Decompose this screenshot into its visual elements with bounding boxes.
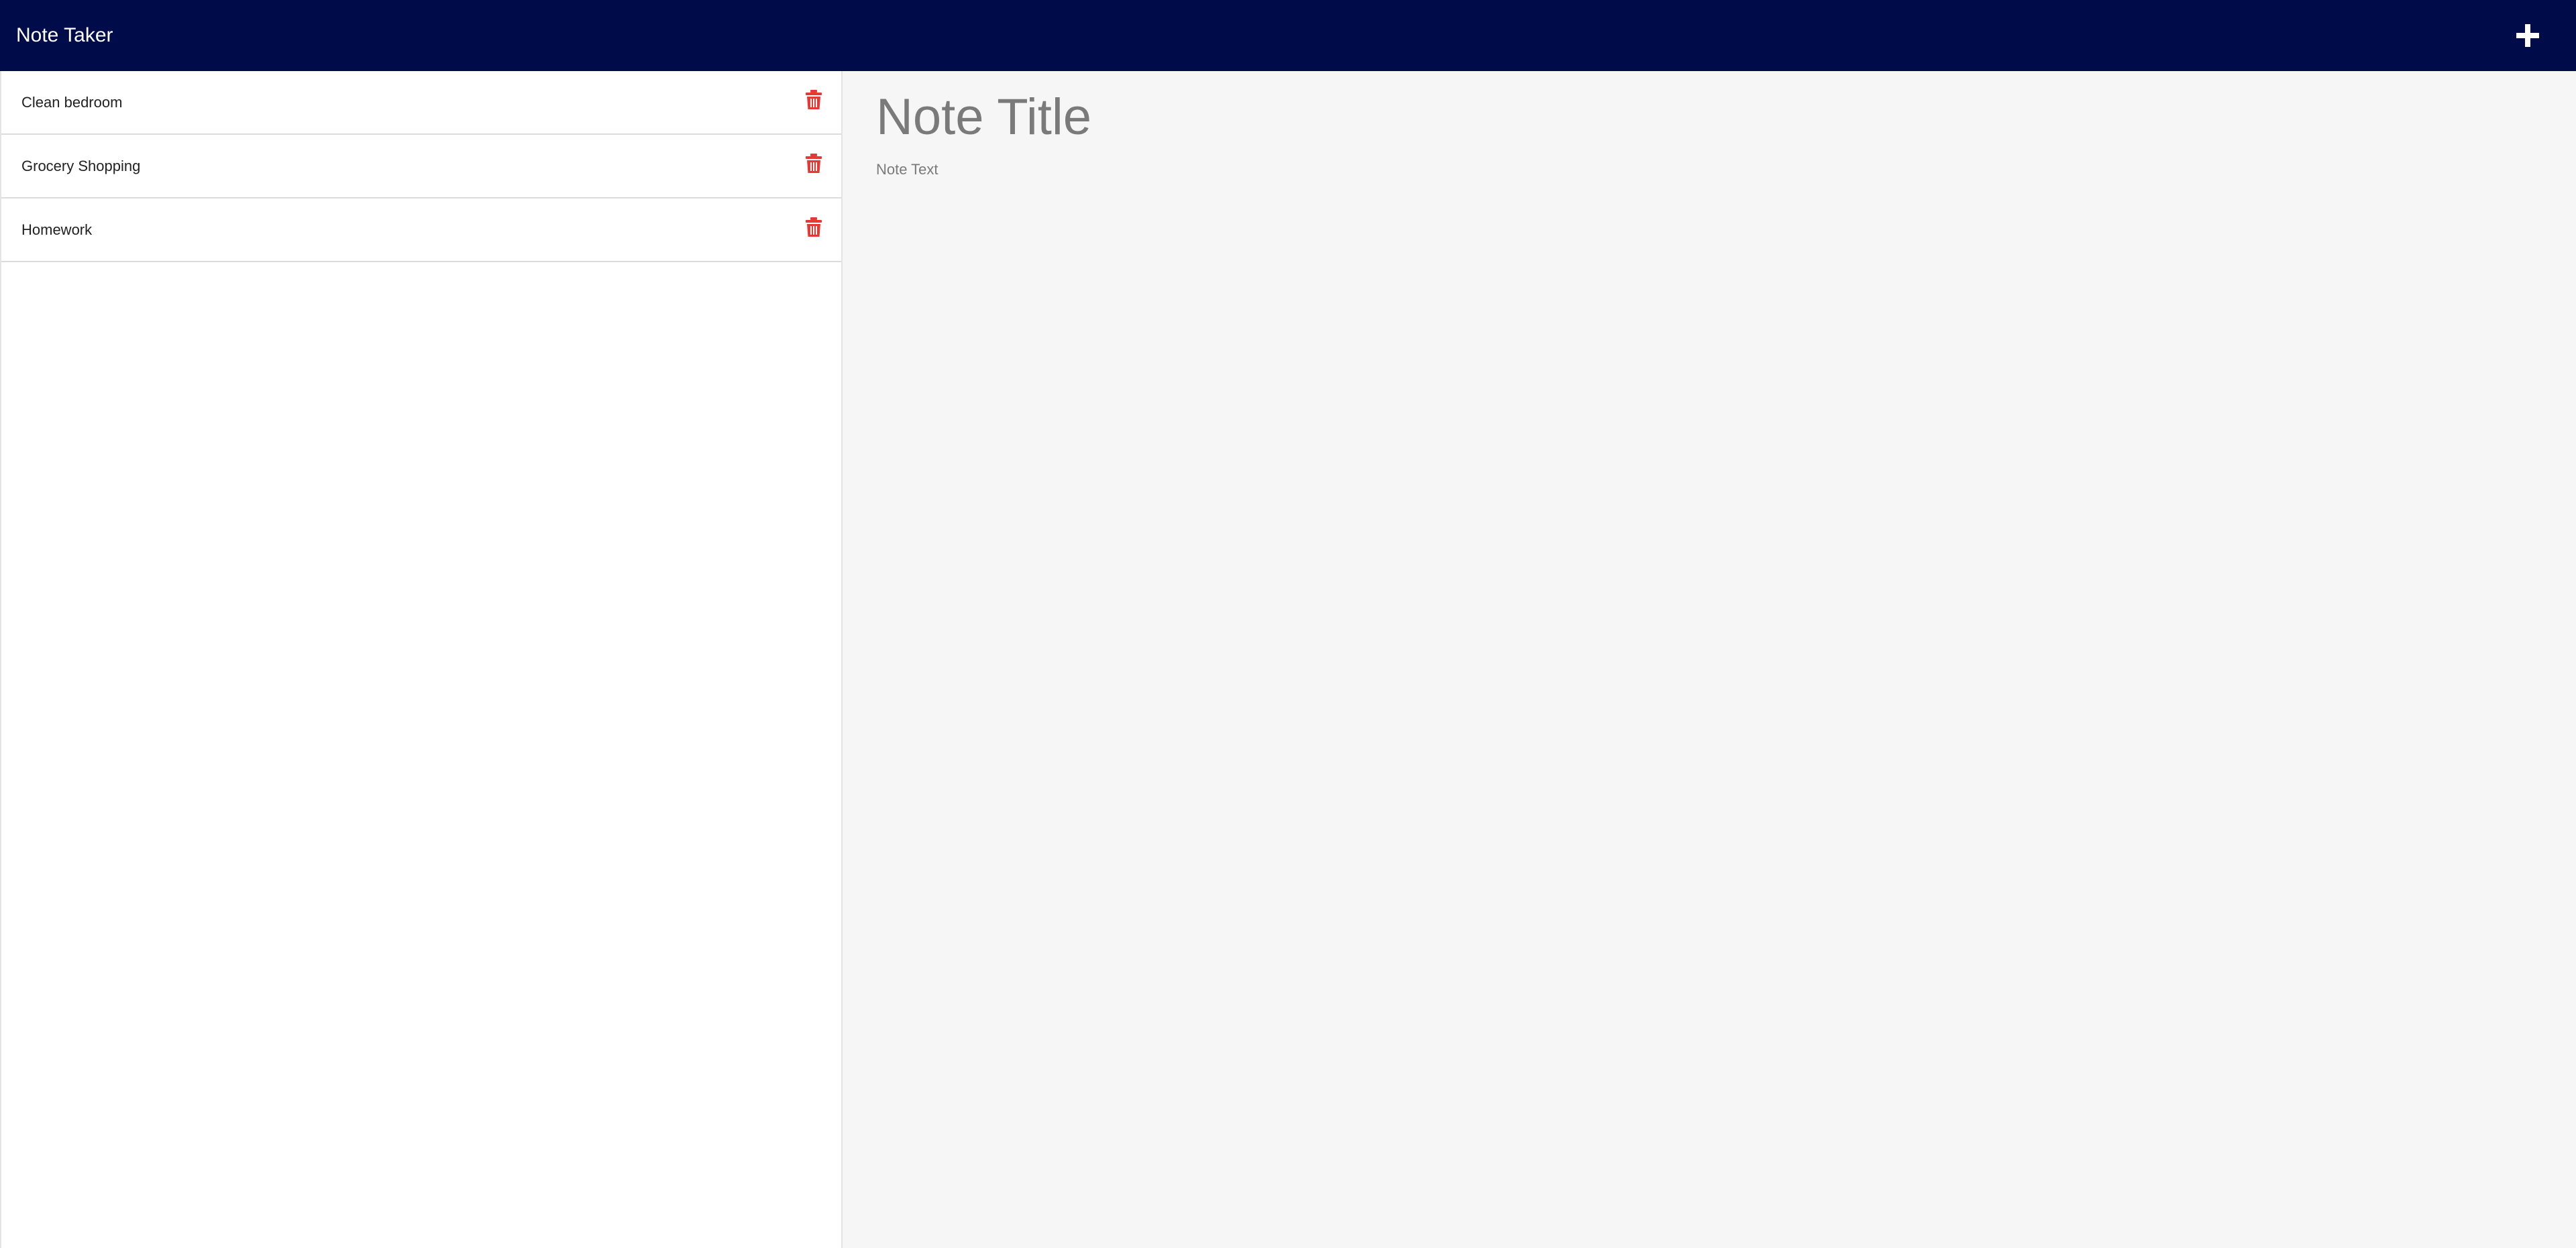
note-item-clean-bedroom[interactable]: Clean bedroom bbox=[1, 71, 841, 135]
note-item-homework[interactable]: Homework bbox=[1, 198, 841, 262]
trash-icon bbox=[806, 217, 822, 237]
trash-icon bbox=[806, 154, 822, 173]
delete-note-button[interactable] bbox=[805, 90, 822, 110]
trash-icon bbox=[806, 90, 822, 109]
note-item-title: Clean bedroom bbox=[21, 93, 123, 111]
note-item-grocery-shopping[interactable]: Grocery Shopping bbox=[1, 135, 841, 198]
note-item-title: Grocery Shopping bbox=[21, 157, 141, 174]
note-list: Clean bedroom Grocery Shopping Homework bbox=[1, 71, 841, 262]
new-note-button[interactable] bbox=[2509, 17, 2546, 54]
navbar: Note Taker bbox=[0, 0, 2576, 71]
app-title-link[interactable]: Note Taker bbox=[16, 24, 113, 47]
note-list-sidebar: Clean bedroom Grocery Shopping Homework bbox=[0, 71, 843, 1248]
delete-note-button[interactable] bbox=[805, 154, 822, 174]
note-item-title: Homework bbox=[21, 221, 93, 238]
note-text-input[interactable] bbox=[876, 161, 2486, 1167]
note-editor bbox=[843, 71, 2576, 1248]
delete-note-button[interactable] bbox=[805, 217, 822, 237]
plus-icon bbox=[2516, 24, 2539, 47]
note-title-input[interactable] bbox=[876, 83, 2486, 150]
